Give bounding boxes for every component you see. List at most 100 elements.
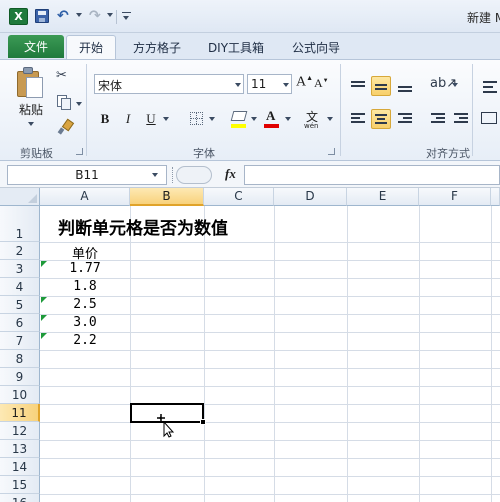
font-size-value: 11: [251, 77, 267, 91]
paste-dropdown-icon[interactable]: [28, 122, 34, 126]
font-size-combo[interactable]: 11: [247, 74, 292, 94]
row-header-4[interactable]: 4: [0, 278, 40, 296]
group-divider: [86, 64, 87, 156]
merge-center-icon[interactable]: [480, 109, 500, 129]
cell-a1-title[interactable]: 判断单元格是否为数值: [58, 214, 228, 239]
copy-dropdown-icon[interactable]: [76, 102, 82, 106]
font-group-label: 字体: [193, 147, 215, 160]
align-center-icon[interactable]: [371, 109, 391, 129]
row-header-9[interactable]: 9: [0, 368, 40, 386]
underline-dropdown-icon[interactable]: [163, 117, 169, 121]
borders-icon[interactable]: [190, 112, 203, 125]
tab-formula-wizard[interactable]: 公式向导: [281, 35, 351, 59]
title-bar: X ↶ ↷ 新建 M: [0, 0, 500, 33]
align-right-icon[interactable]: [395, 109, 415, 129]
clipboard-group-label: 剪贴板: [20, 147, 53, 160]
row-header-10[interactable]: 10: [0, 386, 40, 404]
tab-fangfang-gezi[interactable]: 方方格子: [122, 35, 192, 59]
shrink-font-icon[interactable]: A▼: [314, 76, 329, 91]
clipboard-launcher-icon[interactable]: [76, 148, 83, 155]
row-header-12[interactable]: 12: [0, 422, 40, 440]
excel-logo-icon[interactable]: X: [9, 8, 28, 25]
wrap-text-icon[interactable]: [480, 76, 500, 96]
font-color-icon[interactable]: A: [266, 108, 275, 124]
row-header-13[interactable]: 13: [0, 440, 40, 458]
select-all-corner[interactable]: [0, 188, 40, 206]
cell-a7[interactable]: 2.2: [40, 333, 130, 348]
align-top-icon[interactable]: [348, 76, 368, 96]
cell-a3[interactable]: 1.77: [40, 261, 130, 276]
row-header-2[interactable]: 2: [0, 242, 40, 260]
column-header-c[interactable]: C: [204, 188, 274, 206]
format-painter-icon[interactable]: [57, 120, 72, 135]
copy-icon[interactable]: [57, 95, 71, 110]
cell-a5[interactable]: 2.5: [40, 297, 130, 312]
italic-icon[interactable]: I: [120, 110, 136, 127]
text-number-marker: [41, 297, 47, 303]
save-icon[interactable]: [35, 9, 49, 23]
increase-indent-icon[interactable]: [451, 109, 471, 129]
row-header-16[interactable]: 16: [0, 494, 40, 502]
name-box[interactable]: B11: [7, 165, 167, 185]
align-bottom-icon[interactable]: [395, 76, 415, 96]
fill-color-icon[interactable]: [230, 111, 248, 121]
worksheet-grid[interactable]: A B C D E F 1 2 3 4 5 6 7 8 9 10 11 12 1…: [0, 188, 500, 502]
name-box-dropdown-icon[interactable]: [152, 173, 158, 177]
row-header-5[interactable]: 5: [0, 296, 40, 314]
phonetic-guide-icon[interactable]: 文: [306, 108, 318, 125]
tab-diy-toolbox[interactable]: DIY工具箱: [198, 35, 274, 59]
redo-dropdown-icon[interactable]: [107, 13, 113, 17]
tab-home[interactable]: 开始: [66, 35, 116, 59]
paste-button[interactable]: 粘贴: [19, 101, 43, 118]
row-header-6[interactable]: 6: [0, 314, 40, 332]
formula-bar-expand-handle[interactable]: [176, 166, 212, 184]
phonetic-dropdown-icon[interactable]: [327, 117, 333, 121]
underline-icon[interactable]: U: [143, 110, 159, 127]
column-header-b[interactable]: B: [130, 188, 204, 206]
undo-icon[interactable]: ↶: [57, 9, 71, 23]
redo-icon[interactable]: ↷: [89, 9, 103, 23]
grow-font-icon[interactable]: A▲: [296, 74, 313, 91]
text-number-marker: [41, 261, 47, 267]
customize-toolbar-icon[interactable]: [122, 12, 131, 20]
row-header-7[interactable]: 7: [0, 332, 40, 350]
paste-icon[interactable]: [17, 67, 45, 99]
row-header-3[interactable]: 3: [0, 260, 40, 278]
column-header-f[interactable]: F: [419, 188, 491, 206]
window-title: 新建 M: [467, 11, 500, 25]
font-name-combo[interactable]: 宋体: [94, 74, 244, 94]
row-header-1[interactable]: 1: [0, 206, 40, 242]
fill-color-dropdown-icon[interactable]: [251, 117, 257, 121]
fill-handle[interactable]: [200, 419, 206, 425]
font-color-swatch: [264, 124, 279, 128]
bold-icon[interactable]: B: [97, 110, 113, 127]
row-header-15[interactable]: 15: [0, 476, 40, 494]
font-size-dropdown-icon[interactable]: [283, 83, 289, 87]
orientation-icon[interactable]: ab↗: [428, 76, 457, 96]
column-header-e[interactable]: E: [347, 188, 419, 206]
tab-file[interactable]: 文件: [8, 35, 64, 58]
row-header-14[interactable]: 14: [0, 458, 40, 476]
font-launcher-icon[interactable]: [328, 148, 335, 155]
cell-a2-header[interactable]: 单价: [40, 243, 130, 262]
text-number-marker: [41, 315, 47, 321]
undo-dropdown-icon[interactable]: [76, 13, 82, 17]
column-header-a[interactable]: A: [40, 188, 130, 206]
orientation-dropdown-icon[interactable]: [452, 83, 458, 87]
align-middle-icon[interactable]: [371, 76, 391, 96]
cell-a4[interactable]: 1.8: [40, 279, 130, 294]
borders-dropdown-icon[interactable]: [209, 117, 215, 121]
insert-function-icon[interactable]: fx: [225, 166, 236, 182]
cell-a6[interactable]: 3.0: [40, 315, 130, 330]
formula-input[interactable]: [244, 165, 500, 185]
column-header-partial[interactable]: [491, 188, 500, 206]
cut-icon[interactable]: ✂: [56, 69, 70, 83]
align-left-icon[interactable]: [348, 109, 368, 129]
decrease-indent-icon[interactable]: [428, 109, 448, 129]
font-name-value: 宋体: [98, 79, 123, 93]
font-name-dropdown-icon[interactable]: [235, 83, 241, 87]
row-header-11[interactable]: 11: [0, 404, 40, 422]
font-color-dropdown-icon[interactable]: [285, 117, 291, 121]
row-header-8[interactable]: 8: [0, 350, 40, 368]
column-header-d[interactable]: D: [274, 188, 347, 206]
